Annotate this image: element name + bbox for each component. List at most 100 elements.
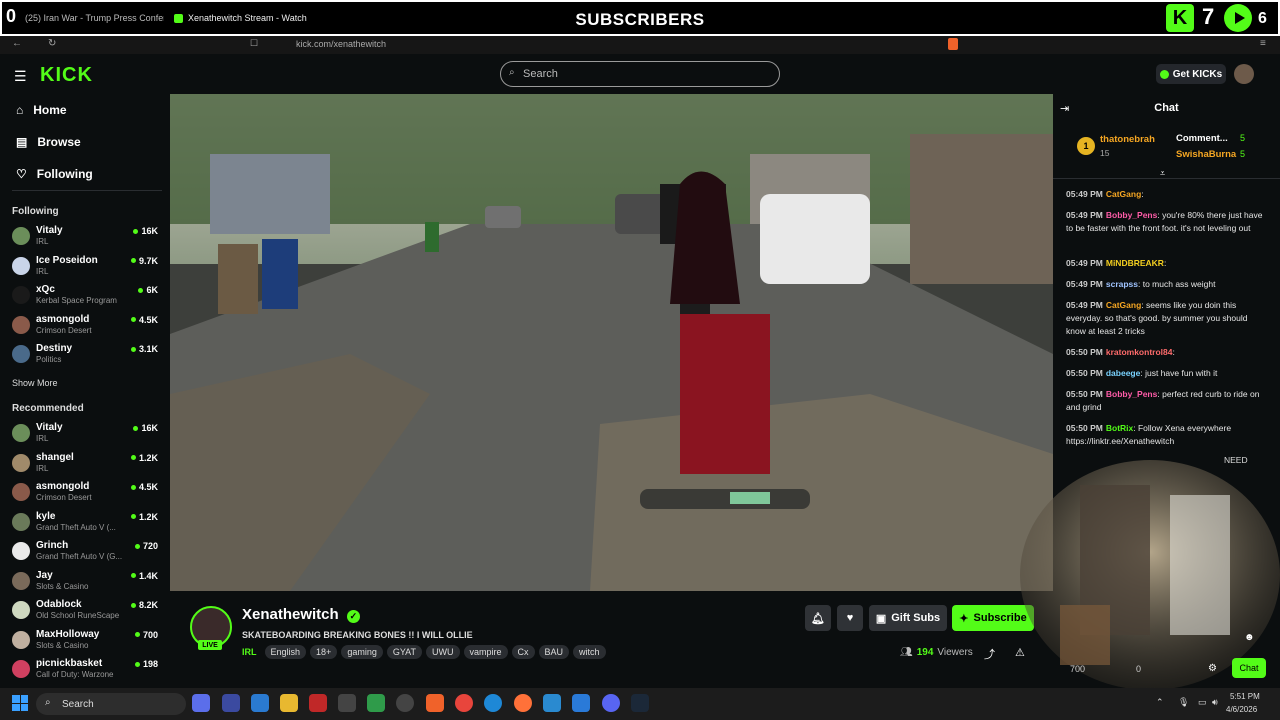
chat-username[interactable]: scrapss xyxy=(1106,279,1138,289)
chat-username[interactable]: Bobby_Pens xyxy=(1106,389,1158,399)
clock-date[interactable]: 4/6/2026 xyxy=(1226,705,1257,714)
sidebar-channel-item[interactable]: Jay Slots & Casino 1.4K xyxy=(12,570,162,598)
bookmark-icon[interactable]: ☐ xyxy=(250,38,258,49)
top-gifter-name[interactable]: thatonebrah xyxy=(1100,134,1155,145)
viewer-count: 16K xyxy=(141,423,158,433)
channel-name: Destiny xyxy=(36,343,73,354)
gift-subs-label: Gift Subs xyxy=(891,612,941,624)
channel-name: Ice Poseidon xyxy=(36,254,98,266)
vscode-icon[interactable] xyxy=(572,694,590,712)
gift-subs-button[interactable]: ▣ Gift Subs xyxy=(869,605,947,631)
chat-send-button[interactable]: Chat xyxy=(1232,658,1266,678)
search-input[interactable]: ⌕ Search xyxy=(500,61,780,87)
discord-icon[interactable] xyxy=(602,694,620,712)
firefox-icon[interactable] xyxy=(514,694,532,712)
channel-category: Crimson Desert xyxy=(36,325,92,335)
app-icon[interactable] xyxy=(396,694,414,712)
viewer-count: 8.2K xyxy=(138,600,158,610)
hamburger-menu-icon[interactable]: ☰ xyxy=(14,68,27,85)
widgets-icon[interactable] xyxy=(192,694,210,712)
sidebar-item-following[interactable]: ♡ Following xyxy=(16,167,93,181)
windows-start-icon[interactable] xyxy=(12,695,28,711)
sidebar-channel-item[interactable]: Ice Poseidon IRL 9.7K xyxy=(12,255,162,283)
avatar xyxy=(12,601,30,619)
get-kicks-button[interactable]: Get KICKs xyxy=(1156,64,1226,84)
video-player[interactable] xyxy=(170,94,1053,591)
sidebar-channel-item[interactable]: picnickbasket Call of Duty: Warzone 198 xyxy=(12,658,162,686)
sidebar-channel-item[interactable]: kyle Grand Theft Auto V (... 1.2K xyxy=(12,511,162,539)
clock-time[interactable]: 5:51 PM xyxy=(1230,692,1260,701)
streamer-name[interactable]: Xenathewitch ✓ xyxy=(242,606,360,623)
teams-icon[interactable] xyxy=(222,694,240,712)
edge-icon[interactable] xyxy=(484,694,502,712)
app-icon[interactable] xyxy=(367,694,385,712)
tag-chip[interactable]: GYAT xyxy=(386,645,423,659)
file-explorer-icon[interactable] xyxy=(280,694,298,712)
sidebar-channel-item[interactable]: Vitaly IRL 16K xyxy=(12,422,162,450)
sidebar-channel-item[interactable]: Vitaly IRL 16K xyxy=(12,225,162,253)
category-link[interactable]: IRL xyxy=(242,645,257,659)
share-icon[interactable]: ⤴ xyxy=(984,646,995,662)
chat-username[interactable]: MiNDBREAKR xyxy=(1106,258,1164,268)
steam-icon[interactable] xyxy=(631,694,649,712)
network-icon[interactable]: ▭ xyxy=(1198,697,1207,708)
brave-icon[interactable] xyxy=(426,694,444,712)
kick-logo[interactable]: KICK xyxy=(40,64,93,87)
notification-bell-button[interactable]: 🔔︎ xyxy=(805,605,831,631)
channel-name: shangel xyxy=(36,451,74,463)
tag-chip[interactable]: witch xyxy=(573,645,606,659)
sidebar-item-browse[interactable]: ▤ Browse xyxy=(16,135,81,149)
microphone-icon[interactable]: 🎙︎ xyxy=(1178,697,1189,708)
sidebar-channel-item[interactable]: xQc Kerbal Space Program 6K xyxy=(12,284,162,312)
tray-chevron-icon[interactable]: ⌃ xyxy=(1156,697,1164,708)
taskbar-search[interactable]: ⌕ Search xyxy=(36,693,186,715)
gifter-name[interactable]: Comment... xyxy=(1176,133,1228,144)
tag-chip[interactable]: English xyxy=(264,645,307,659)
gifter-name[interactable]: SwishaBurna xyxy=(1176,149,1236,160)
url-text[interactable]: kick.com/xenathewitch xyxy=(296,39,386,49)
chat-username[interactable]: kratomkontrol84 xyxy=(1106,347,1173,357)
tag-chip[interactable]: Cx xyxy=(511,645,535,659)
tag-chip[interactable]: BAU xyxy=(538,645,570,659)
chat-username[interactable]: CatGang xyxy=(1106,189,1141,199)
sidebar-channel-item[interactable]: asmongold Crimson Desert 4.5K xyxy=(12,481,162,509)
chat-username[interactable]: CatGang xyxy=(1106,300,1141,310)
app-icon[interactable] xyxy=(543,694,561,712)
back-icon[interactable]: ← xyxy=(12,38,22,49)
app-icon[interactable] xyxy=(338,694,356,712)
webcam-frame xyxy=(1020,460,1280,688)
tag-chip[interactable]: UWU xyxy=(426,645,460,659)
sidebar-item-home[interactable]: ⌂ Home xyxy=(16,103,67,117)
follow-button[interactable]: ♥ xyxy=(837,605,863,631)
sidebar-channel-item[interactable]: asmongold Crimson Desert 4.5K xyxy=(12,314,162,342)
tag-chip[interactable]: 18+ xyxy=(310,645,338,659)
chat-username[interactable]: dabeege xyxy=(1106,368,1141,378)
menu-icon[interactable]: ≡ xyxy=(1260,38,1266,49)
kicks-coin-icon xyxy=(1159,69,1169,79)
volume-icon[interactable]: 🔊︎ xyxy=(1212,697,1218,708)
emote-icon[interactable]: ☻ xyxy=(1244,632,1255,643)
brave-shield-icon[interactable] xyxy=(948,38,958,50)
sidebar-channel-item[interactable]: shangel IRL 1.2K xyxy=(12,452,162,480)
browser-address-bar[interactable]: ← ↻ ☐ kick.com/xenathewitch ≡ xyxy=(0,36,1280,54)
app-icon[interactable] xyxy=(251,694,269,712)
live-badge: LIVE xyxy=(198,640,222,650)
app-icon[interactable] xyxy=(309,694,327,712)
reload-icon[interactable]: ↻ xyxy=(48,38,56,49)
channel-name: Vitaly xyxy=(36,225,63,236)
avatar[interactable] xyxy=(1234,64,1254,84)
show-more-link[interactable]: Show More xyxy=(12,378,58,388)
chat-username[interactable]: Bobby_Pens xyxy=(1106,210,1158,220)
live-dot-icon xyxy=(130,455,136,460)
settings-gear-icon[interactable]: ⚙ xyxy=(1208,663,1217,674)
sidebar-channel-item[interactable]: Destiny Politics 3.1K xyxy=(12,343,162,371)
channel-category: Politics xyxy=(36,355,62,364)
tag-chip[interactable]: gaming xyxy=(341,645,383,659)
sidebar-channel-item[interactable]: MaxHolloway Slots & Casino 700 xyxy=(12,629,162,657)
tag-chip[interactable]: vampire xyxy=(463,645,508,659)
sidebar-channel-item[interactable]: Grinch Grand Theft Auto V (G... 720 xyxy=(12,540,162,568)
chat-username[interactable]: BotRix xyxy=(1106,423,1133,433)
live-dot-icon xyxy=(134,632,140,637)
chrome-icon[interactable] xyxy=(455,694,473,712)
sidebar-channel-item[interactable]: Odablock Old School RuneScape 8.2K xyxy=(12,599,162,627)
